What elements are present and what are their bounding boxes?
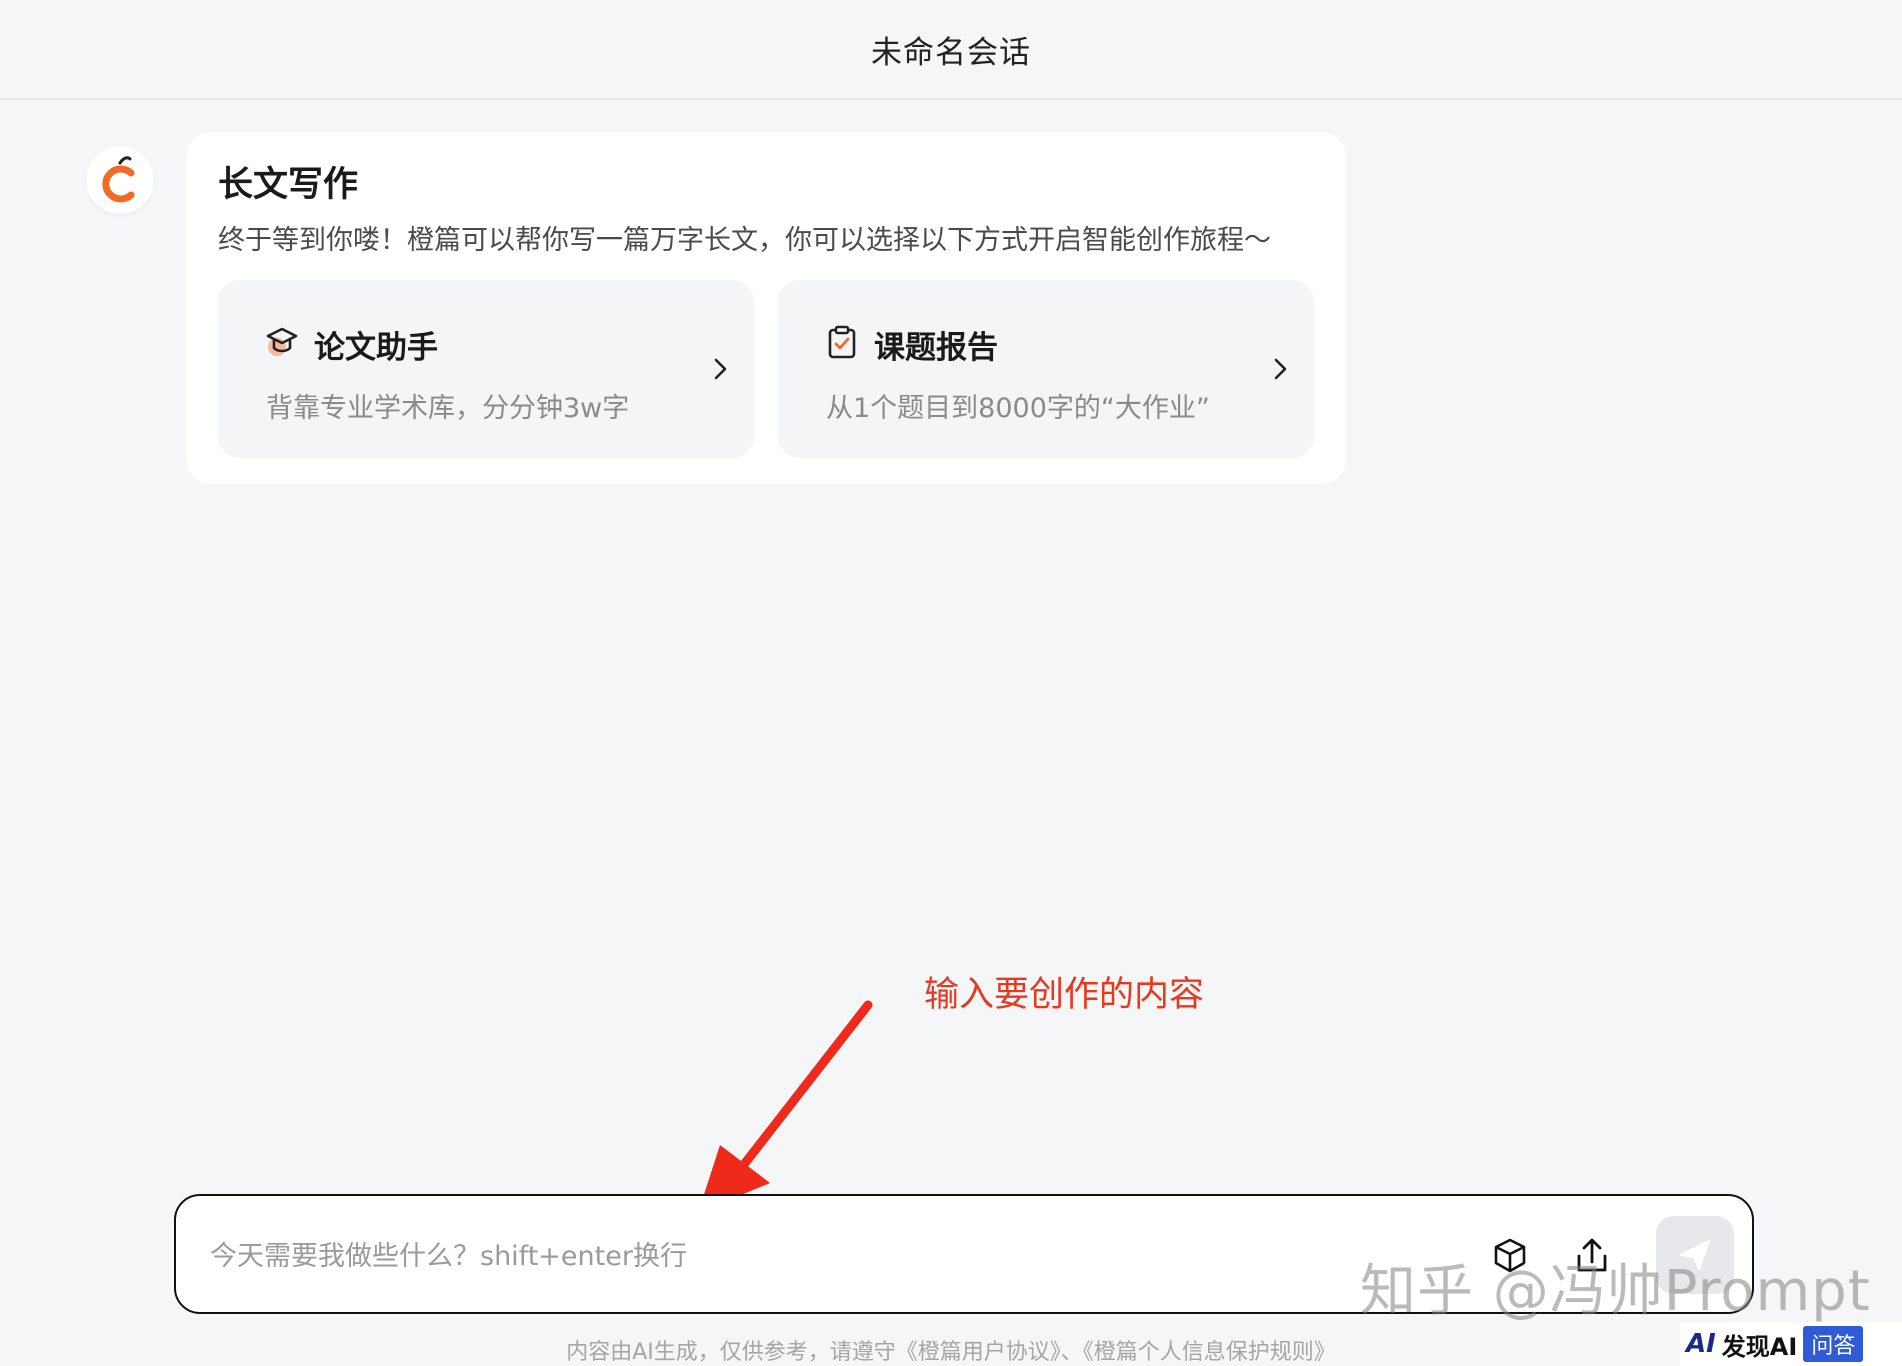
chevron-right-icon (714, 358, 727, 380)
badge-tag: 问答 (1803, 1326, 1864, 1362)
assistant-avatar (86, 146, 154, 214)
annotation-arrow-icon (698, 1000, 873, 1213)
watermark: 知乎 @冯帅Prompt (1360, 1259, 1871, 1324)
option-subtitle: 背靠专业学术库，分分钟3w字 (266, 393, 630, 424)
clipboard-check-icon (828, 325, 856, 359)
conversation-title: 未命名会话 (871, 34, 1031, 71)
annotation-label: 输入要创作的内容 (924, 975, 1205, 1015)
card-title: 长文写作 (218, 165, 359, 205)
long-writing-card: 长文写作 终于等到你喽！橙篇可以帮你写一篇万字长文，你可以选择以下方式开启智能创… (186, 132, 1346, 484)
orange-c-logo-icon (102, 156, 135, 203)
top-bar: 未命名会话 (0, 0, 1902, 100)
chevron-right-icon (1274, 358, 1287, 380)
badge-logo: AI (1686, 1329, 1716, 1359)
prompt-input[interactable] (208, 1230, 1412, 1282)
card-description: 终于等到你喽！橙篇可以帮你写一篇万字长文，你可以选择以下方式开启智能创作旅程～ (218, 225, 1271, 256)
disclaimer-text: 内容由AI生成，仅供参考，请遵守《橙篇用户协议》、《橙篇个人信息保护规则》 (566, 1340, 1336, 1365)
option-title: 课题报告 (874, 330, 998, 366)
option-topic-report[interactable]: 课题报告 从1个题目到8000字的“大作业” (778, 280, 1314, 458)
badge-name: 发现AI (1721, 1332, 1798, 1361)
graduation-cap-icon (266, 327, 298, 356)
option-thesis-assistant[interactable]: 论文助手 背靠专业学术库，分分钟3w字 (218, 280, 754, 458)
site-badge: AI 发现AI 问答 (1680, 1322, 1902, 1366)
option-subtitle: 从1个题目到8000字的“大作业” (826, 393, 1210, 424)
option-title: 论文助手 (314, 330, 438, 366)
